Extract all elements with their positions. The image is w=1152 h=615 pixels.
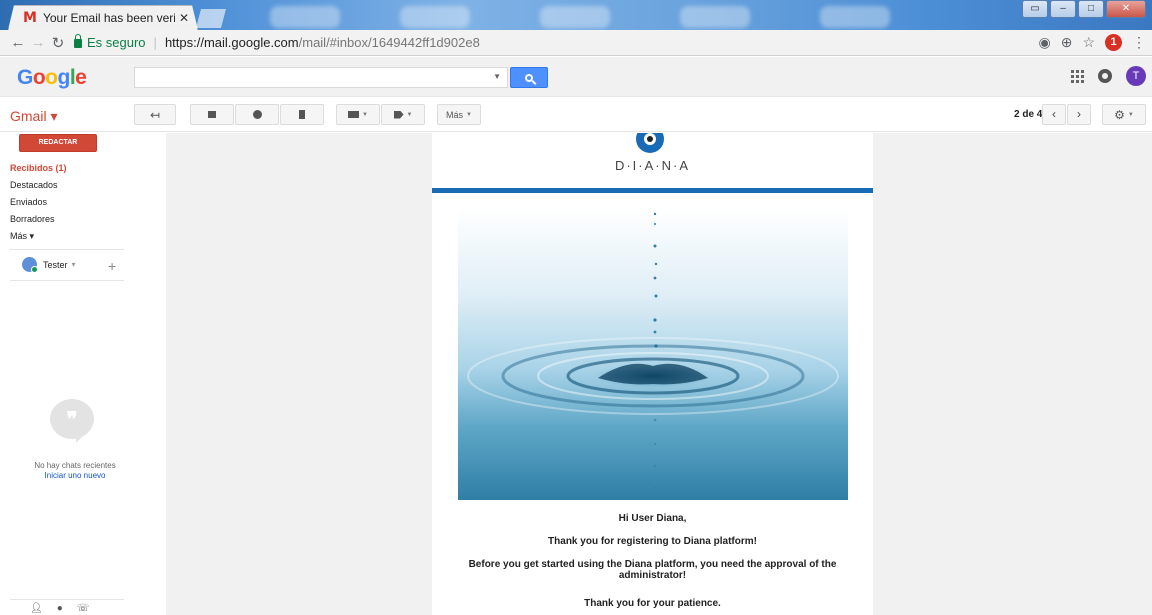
eye-icon[interactable]: ◉	[1038, 34, 1050, 51]
reload-icon[interactable]: ↻	[48, 34, 68, 52]
search-input[interactable]	[135, 68, 485, 87]
labels-button[interactable]: ▼	[381, 104, 425, 125]
back-to-inbox-button[interactable]: ↤	[134, 104, 176, 125]
start-chat-link[interactable]: Iniciar uno nuevo	[0, 471, 150, 480]
message-line-2: Before you get started using the Diana p…	[468, 559, 837, 581]
greeting: Hi User Diana,	[618, 513, 687, 524]
move-to-button[interactable]: ▼	[336, 104, 380, 125]
browser-tab-strip: M Your Email has been verif ✕ ▭ – □ ✕	[0, 0, 1152, 30]
water-drop-image	[458, 208, 848, 500]
label-icon	[393, 110, 404, 119]
search-options-icon[interactable]: ▼	[493, 72, 501, 81]
user-avatar	[22, 257, 38, 273]
omnibox-separator: |	[153, 35, 157, 50]
phone-icon[interactable]: ☏	[77, 603, 90, 614]
google-logo[interactable]: Google	[17, 66, 87, 90]
back-arrow-icon[interactable]: ←	[8, 34, 28, 51]
gmail-menu-label[interactable]: Gmail ▾	[10, 108, 57, 125]
window-restore-icon[interactable]: ▭	[1022, 0, 1048, 18]
search-icon	[525, 73, 533, 82]
browser-menu-icon[interactable]: ⋮	[1132, 34, 1146, 51]
archive-button[interactable]	[190, 104, 234, 125]
extension-badge-icon[interactable]: 1	[1105, 34, 1122, 51]
trash-icon	[299, 110, 305, 119]
url-host: https://mail.google.com	[164, 35, 299, 50]
more-actions-button[interactable]: Más ▼	[437, 104, 481, 125]
person-icon[interactable]: 👤︎	[30, 603, 43, 614]
window-close-icon[interactable]: ✕	[1106, 0, 1146, 18]
browser-address-bar: ← → ↻ Es seguro | https://mail.google.co…	[0, 30, 1152, 56]
email-body: D·I·A·N·A Hi User Diana, Thank you for r…	[432, 133, 873, 615]
tab-title: Your Email has been verif	[42, 11, 175, 25]
search-button[interactable]	[510, 67, 548, 88]
nav-item-inbox[interactable]: Recibidos (1)	[10, 160, 67, 177]
brand-name: D·I·A·N·A	[614, 158, 691, 173]
new-tab-button[interactable]	[196, 9, 226, 28]
divider	[10, 599, 124, 600]
newer-button[interactable]: ‹	[1042, 104, 1066, 125]
add-chat-icon[interactable]: +	[108, 258, 116, 274]
user-name: Tester	[43, 259, 68, 270]
settings-button[interactable]: ⚙ ▼	[1102, 104, 1146, 125]
search-box: ▼	[134, 67, 508, 88]
spam-icon	[252, 110, 262, 119]
tab-close-icon[interactable]: ✕	[179, 11, 189, 25]
report-spam-button[interactable]	[235, 104, 279, 125]
divider	[10, 280, 124, 281]
window-minimize-icon[interactable]: –	[1050, 0, 1076, 18]
no-chats-text: No hay chats recientes	[34, 461, 116, 470]
forward-arrow-icon[interactable]: →	[28, 34, 48, 51]
nav-item-drafts[interactable]: Borradores	[10, 211, 67, 228]
older-button[interactable]: ›	[1067, 104, 1091, 125]
hangouts-icon[interactable]: ●	[57, 603, 63, 614]
email-view: D·I·A·N·A Hi User Diana, Thank you for r…	[166, 133, 1152, 615]
zoom-icon[interactable]: ⊕	[1061, 34, 1073, 51]
delete-button[interactable]	[280, 104, 324, 125]
hangouts-quote-icon: ❞	[50, 399, 94, 439]
header-rule	[432, 188, 873, 193]
gmail-header: Google ▼ T	[0, 57, 1152, 97]
account-avatar[interactable]: T	[1126, 66, 1146, 86]
secure-label: Es seguro	[87, 35, 146, 50]
back-arrow-icon: ↤	[149, 107, 161, 122]
window-maximize-icon[interactable]: □	[1078, 0, 1104, 18]
gear-icon: ⚙	[1114, 107, 1125, 122]
gmail-favicon-icon: M	[23, 10, 37, 26]
diana-logo-icon	[636, 133, 664, 153]
pager-count: 2 de 4	[1014, 109, 1043, 120]
more-label: Más	[446, 109, 464, 120]
divider	[10, 249, 124, 250]
url-path: /mail/#inbox/1649442ff1d902e8	[298, 35, 480, 50]
archive-icon	[208, 111, 216, 118]
message-line-1: Thank you for registering to Diana platf…	[548, 536, 757, 547]
nav-item-more[interactable]: Más ▾	[10, 228, 67, 245]
notifications-icon[interactable]	[1098, 69, 1112, 83]
compose-button[interactable]: REDACTAR	[19, 134, 97, 152]
lock-icon	[74, 34, 82, 48]
star-icon[interactable]: ☆	[1082, 34, 1095, 51]
omnibox[interactable]: Es seguro | https://mail.google.com /mai…	[74, 34, 480, 50]
gmail-toolbar: Gmail ▾ ↤ ▼ ▼ Más ▼ 2 de 4 ‹ › ⚙ ▼	[0, 98, 1152, 132]
browser-tab[interactable]: M Your Email has been verif ✕	[8, 5, 198, 30]
apps-grid-icon[interactable]	[1071, 69, 1084, 83]
window-controls: ▭ – □ ✕	[1022, 0, 1146, 18]
message-line-3: Thank you for your patience.	[584, 598, 721, 609]
nav-item-sent[interactable]: Enviados	[10, 194, 67, 211]
hangouts-user[interactable]: Tester ▾	[22, 257, 76, 273]
left-nav: REDACTAR Recibidos (1) Destacados Enviad…	[0, 133, 166, 615]
chevron-down-icon: ▾	[71, 260, 76, 269]
folder-list: Recibidos (1) Destacados Enviados Borrad…	[10, 160, 67, 245]
folder-icon	[348, 111, 360, 118]
nav-item-starred[interactable]: Destacados	[10, 177, 67, 194]
